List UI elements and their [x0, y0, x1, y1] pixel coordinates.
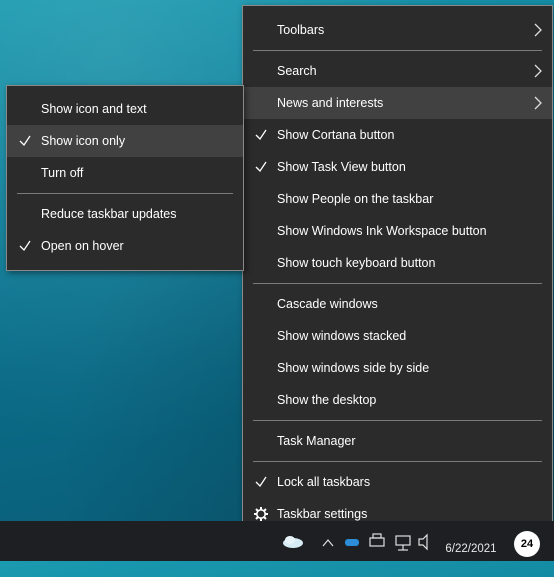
network-icon[interactable] — [392, 521, 414, 561]
taskbar-date: 6/22/2021 — [445, 543, 497, 555]
printer-icon[interactable] — [366, 521, 388, 561]
menu-item-label: Show windows side by side — [277, 361, 430, 375]
menu-item-label: Show touch keyboard button — [277, 256, 436, 270]
chevron-right-icon — [534, 23, 542, 37]
menu-item-label: Show windows stacked — [277, 329, 407, 343]
menu-item-label: Task Manager — [277, 434, 356, 448]
checkmark-icon — [255, 476, 267, 488]
action-center-button[interactable]: 24 — [514, 531, 540, 557]
onedrive-icon[interactable] — [342, 521, 362, 561]
menu-item-label: Show Windows Ink Workspace button — [277, 224, 487, 238]
chevron-up-icon[interactable] — [320, 521, 336, 561]
menu-item-label: Open on hover — [41, 239, 124, 253]
menu-item-show-desktop[interactable]: Show the desktop — [243, 384, 552, 416]
news-interests-submenu: Show icon and text Show icon only Turn o… — [6, 85, 244, 271]
menu-item-label: Show icon and text — [41, 102, 147, 116]
menu-item-label: Turn off — [41, 166, 84, 180]
checkmark-icon — [19, 240, 31, 252]
menu-item-show-ink-workspace[interactable]: Show Windows Ink Workspace button — [243, 215, 552, 247]
checkmark-icon — [19, 135, 31, 147]
menu-item-search[interactable]: Search — [243, 55, 552, 87]
menu-item-label: News and interests — [277, 96, 384, 110]
menu-item-label: Show Task View button — [277, 160, 406, 174]
submenu-item-open-on-hover[interactable]: Open on hover — [7, 230, 243, 262]
submenu-item-show-icon-and-text[interactable]: Show icon and text — [7, 93, 243, 125]
menu-item-lock-taskbars[interactable]: Lock all taskbars — [243, 466, 552, 498]
chevron-right-icon — [534, 64, 542, 78]
volume-icon[interactable] — [416, 521, 436, 561]
menu-item-label: Show People on the taskbar — [277, 192, 434, 206]
submenu-item-show-icon-only[interactable]: Show icon only — [7, 125, 243, 157]
menu-item-label: Show the desktop — [277, 393, 377, 407]
taskbar-clock[interactable]: 6/22/2021 — [436, 521, 506, 561]
menu-item-show-touch-keyboard[interactable]: Show touch keyboard button — [243, 247, 552, 279]
menu-item-windows-side-by-side[interactable]: Show windows side by side — [243, 352, 552, 384]
menu-item-cascade-windows[interactable]: Cascade windows — [243, 288, 552, 320]
checkmark-icon — [255, 129, 267, 141]
menu-separator — [253, 50, 542, 51]
menu-item-task-manager[interactable]: Task Manager — [243, 425, 552, 457]
submenu-item-turn-off[interactable]: Turn off — [7, 157, 243, 189]
menu-separator — [17, 193, 233, 194]
menu-separator — [253, 420, 542, 421]
chevron-right-icon — [534, 96, 542, 110]
menu-item-label: Show Cortana button — [277, 128, 395, 142]
cloud-weather-icon[interactable] — [280, 521, 306, 561]
menu-item-label: Lock all taskbars — [277, 475, 371, 489]
menu-item-show-task-view[interactable]: Show Task View button — [243, 151, 552, 183]
notification-count-badge: 24 — [514, 531, 540, 557]
menu-item-label: Show icon only — [41, 134, 126, 148]
menu-item-windows-stacked[interactable]: Show windows stacked — [243, 320, 552, 352]
menu-item-toolbars[interactable]: Toolbars — [243, 14, 552, 46]
checkmark-icon — [255, 161, 267, 173]
menu-separator — [253, 283, 542, 284]
menu-item-show-cortana[interactable]: Show Cortana button — [243, 119, 552, 151]
menu-item-label: Reduce taskbar updates — [41, 207, 177, 221]
menu-separator — [253, 461, 542, 462]
taskbar-context-menu: Toolbars Search News and interests Show … — [242, 5, 553, 540]
menu-item-label: Taskbar settings — [277, 507, 368, 521]
gear-icon — [254, 507, 268, 521]
menu-item-label: Search — [277, 64, 317, 78]
submenu-item-reduce-updates[interactable]: Reduce taskbar updates — [7, 198, 243, 230]
menu-item-label: Cascade windows — [277, 297, 378, 311]
menu-item-label: Toolbars — [277, 23, 325, 37]
menu-item-news-and-interests[interactable]: News and interests — [243, 87, 552, 119]
menu-item-show-people[interactable]: Show People on the taskbar — [243, 183, 552, 215]
